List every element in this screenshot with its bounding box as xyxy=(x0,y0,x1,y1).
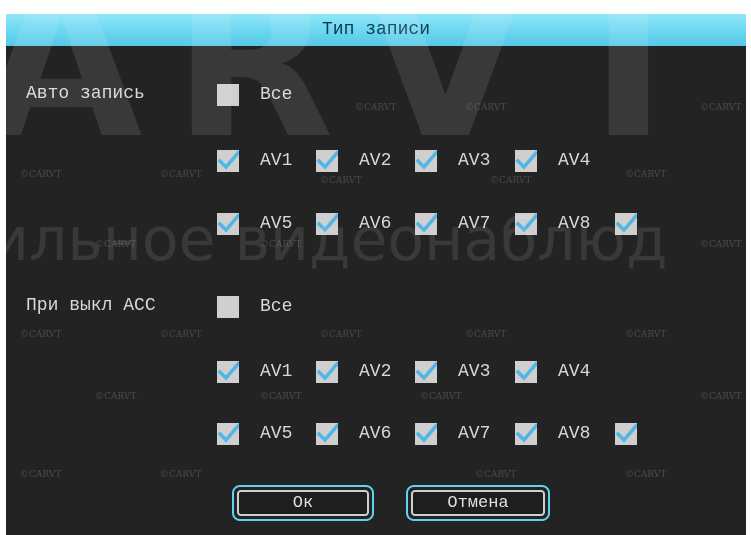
dialog-title: Тип записи xyxy=(321,20,431,40)
auto-record-extra-checkbox[interactable] xyxy=(615,213,637,235)
checkmark-icon xyxy=(515,361,537,381)
checkmark-icon xyxy=(415,361,437,381)
auto-record-av4-label: AV4 xyxy=(558,151,591,171)
checkmark-icon xyxy=(217,423,239,443)
auto-record-av7-label: AV7 xyxy=(458,214,491,234)
auto-record-av5-label: AV5 xyxy=(260,214,293,234)
checkmark-icon xyxy=(316,423,338,443)
cancel-button[interactable]: Отмена xyxy=(406,485,550,521)
checkmark-icon xyxy=(316,213,338,233)
acc-off-av3-checkbox[interactable] xyxy=(415,361,437,383)
acc-off-av3-label: AV3 xyxy=(458,362,491,382)
auto-record-av2-checkbox[interactable] xyxy=(316,150,338,172)
checkmark-icon xyxy=(615,213,637,233)
checkmark-icon xyxy=(415,213,437,233)
record-type-dialog: Тип записи Авто запись Все AV1 AV2 AV3 A… xyxy=(6,14,746,535)
checkmark-icon xyxy=(415,150,437,170)
auto-record-av6-checkbox[interactable] xyxy=(316,213,338,235)
acc-off-av7-label: AV7 xyxy=(458,424,491,444)
acc-off-record-label: При выкл ACC xyxy=(26,296,156,316)
acc-off-av5-label: AV5 xyxy=(260,424,293,444)
dialog-title-bar: Тип записи xyxy=(6,14,746,46)
acc-off-av6-checkbox[interactable] xyxy=(316,423,338,445)
auto-record-av4-checkbox[interactable] xyxy=(515,150,537,172)
checkmark-icon xyxy=(415,423,437,443)
acc-off-av1-checkbox[interactable] xyxy=(217,361,239,383)
checkmark-icon xyxy=(316,361,338,381)
checkmark-icon xyxy=(217,213,239,233)
auto-record-av6-label: AV6 xyxy=(359,214,392,234)
acc-off-all-label: Все xyxy=(260,297,293,317)
checkmark-icon xyxy=(316,150,338,170)
checkmark-icon xyxy=(217,150,239,170)
checkmark-icon xyxy=(515,213,537,233)
auto-record-all-label: Все xyxy=(260,85,293,105)
acc-off-all-checkbox[interactable] xyxy=(217,296,239,318)
ok-button-label: Ок xyxy=(237,490,369,516)
auto-record-av1-label: AV1 xyxy=(260,151,293,171)
auto-record-all-checkbox[interactable] xyxy=(217,84,239,106)
checkmark-icon xyxy=(217,361,239,381)
acc-off-av6-label: AV6 xyxy=(359,424,392,444)
auto-record-av1-checkbox[interactable] xyxy=(217,150,239,172)
cancel-button-label: Отмена xyxy=(411,490,545,516)
checkmark-icon xyxy=(515,150,537,170)
acc-off-av2-checkbox[interactable] xyxy=(316,361,338,383)
auto-record-av3-label: AV3 xyxy=(458,151,491,171)
auto-record-label: Авто запись xyxy=(26,84,145,104)
auto-record-av8-label: AV8 xyxy=(558,214,591,234)
auto-record-av5-checkbox[interactable] xyxy=(217,213,239,235)
acc-off-av4-label: AV4 xyxy=(558,362,591,382)
acc-off-av4-checkbox[interactable] xyxy=(515,361,537,383)
acc-off-av5-checkbox[interactable] xyxy=(217,423,239,445)
acc-off-av1-label: AV1 xyxy=(260,362,293,382)
acc-off-av8-label: AV8 xyxy=(558,424,591,444)
acc-off-av7-checkbox[interactable] xyxy=(415,423,437,445)
acc-off-av8-checkbox[interactable] xyxy=(515,423,537,445)
acc-off-extra-checkbox[interactable] xyxy=(615,423,637,445)
auto-record-av2-label: AV2 xyxy=(359,151,392,171)
acc-off-av2-label: AV2 xyxy=(359,362,392,382)
auto-record-av7-checkbox[interactable] xyxy=(415,213,437,235)
ok-button[interactable]: Ок xyxy=(232,485,374,521)
checkmark-icon xyxy=(615,423,637,443)
auto-record-av3-checkbox[interactable] xyxy=(415,150,437,172)
auto-record-av8-checkbox[interactable] xyxy=(515,213,537,235)
checkmark-icon xyxy=(515,423,537,443)
